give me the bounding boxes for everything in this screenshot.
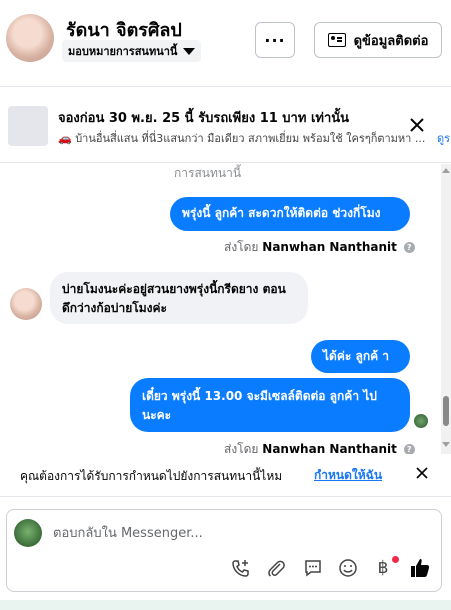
like-icon[interactable] <box>408 556 432 580</box>
view-contact-label: ดูข้อมูลติดต่อ <box>353 33 429 49</box>
message-thread: การสนทนานี้ พรุ่งนี้ ลูกค้า สะดวกให้ติดต… <box>0 164 441 454</box>
assign-prompt-bar: คุณต้องการได้รับการกำหนดไปยังการสนทนานี้… <box>0 455 451 495</box>
assign-question: คุณต้องการได้รับการกำหนดไปยังการสนทนานี้… <box>20 469 283 483</box>
message-bubble-outgoing[interactable]: ได้ค่ะ ลูกค้ า <box>311 340 410 373</box>
view-contact-button[interactable]: ดูข้อมูลติดต่อ <box>314 22 442 58</box>
call-add-icon[interactable] <box>229 556 253 580</box>
read-receipt-avatar <box>414 414 428 428</box>
footer-strip <box>0 600 451 610</box>
caret-down-icon <box>183 47 196 55</box>
close-icon[interactable] <box>416 463 428 484</box>
sent-by-label: ส่งโดย Nanwhan Nanthanit ? <box>224 238 415 257</box>
sent-by-prefix: ส่งโดย <box>224 442 259 454</box>
ad-context-card[interactable]: จองก่อน 30 พ.ย. 25 นี้ รับรถเพียง 11 บาท… <box>0 93 451 157</box>
reply-input[interactable]: ตอบกลับใน Messenger... <box>53 522 203 543</box>
assign-dropdown-label: มอบหมายการสนทนานี้ <box>68 45 178 58</box>
ad-see-more-link[interactable]: ดูร <box>437 129 450 147</box>
ad-thumbnail <box>8 106 48 146</box>
more-options-button[interactable]: ··· <box>255 22 295 58</box>
more-icon: ··· <box>264 30 286 50</box>
assign-to-me-link[interactable]: กำหนดให้ฉัน <box>314 466 382 485</box>
contact-avatar[interactable] <box>6 14 54 62</box>
page-avatar <box>14 519 42 547</box>
sent-by-label: ส่งโดย Nanwhan Nanthanit ? <box>224 440 415 454</box>
sent-by-prefix: ส่งโดย <box>224 240 259 254</box>
contact-card-icon <box>327 33 346 47</box>
sender-name: Nanwhan Nanthanit <box>262 442 397 454</box>
scroll-down-arrow-icon[interactable] <box>442 442 450 447</box>
notification-dot <box>392 556 399 563</box>
assign-dropdown[interactable]: มอบหมายการสนทนานี้ <box>62 40 202 62</box>
thread-section-label: การสนทนานี้ <box>174 166 242 180</box>
help-icon[interactable]: ? <box>403 242 415 253</box>
composer-divider <box>0 496 451 497</box>
reply-composer[interactable]: ตอบกลับใน Messenger... ฿ <box>6 509 442 592</box>
attachment-icon[interactable] <box>264 556 288 580</box>
message-bubble-outgoing[interactable]: เดี๋ยว พรุ่งนี้ 13.00 จะมีเซลล์ติดต่อ ลู… <box>130 378 410 432</box>
ad-title: จองก่อน 30 พ.ย. 25 นี้ รับรถเพียง 11 บาท… <box>58 111 350 126</box>
message-bubble-outgoing[interactable]: พรุ่งนี้ ลูกค้า สะดวกให้ติดต่อ ช่วงกี่โม… <box>170 197 410 231</box>
scroll-thumb[interactable] <box>443 396 449 426</box>
contact-avatar-small <box>10 288 42 320</box>
ad-divider <box>0 162 451 163</box>
ad-description: 🚗 บ้านอื่นสี่แสน ที่นี่3แสนกว่า มือเดียว… <box>58 132 426 145</box>
close-ad-icon[interactable] <box>410 113 424 137</box>
thread-scrollbar[interactable] <box>441 164 451 454</box>
header-divider <box>0 86 451 87</box>
conversation-header: รัดนา จิตรศิลป มอบหมายการสนทนานี้ ··· ดู… <box>0 0 451 86</box>
scroll-up-arrow-icon[interactable] <box>442 168 450 173</box>
saved-reply-icon[interactable] <box>301 556 325 580</box>
message-bubble-incoming[interactable]: บ่ายโมงนะค่ะอยู่สวนยางพรุ่งนี้กรีดยาง ตอ… <box>50 272 308 324</box>
help-icon[interactable]: ? <box>403 444 415 454</box>
sender-name: Nanwhan Nanthanit <box>262 240 397 254</box>
emoji-icon[interactable] <box>336 556 360 580</box>
